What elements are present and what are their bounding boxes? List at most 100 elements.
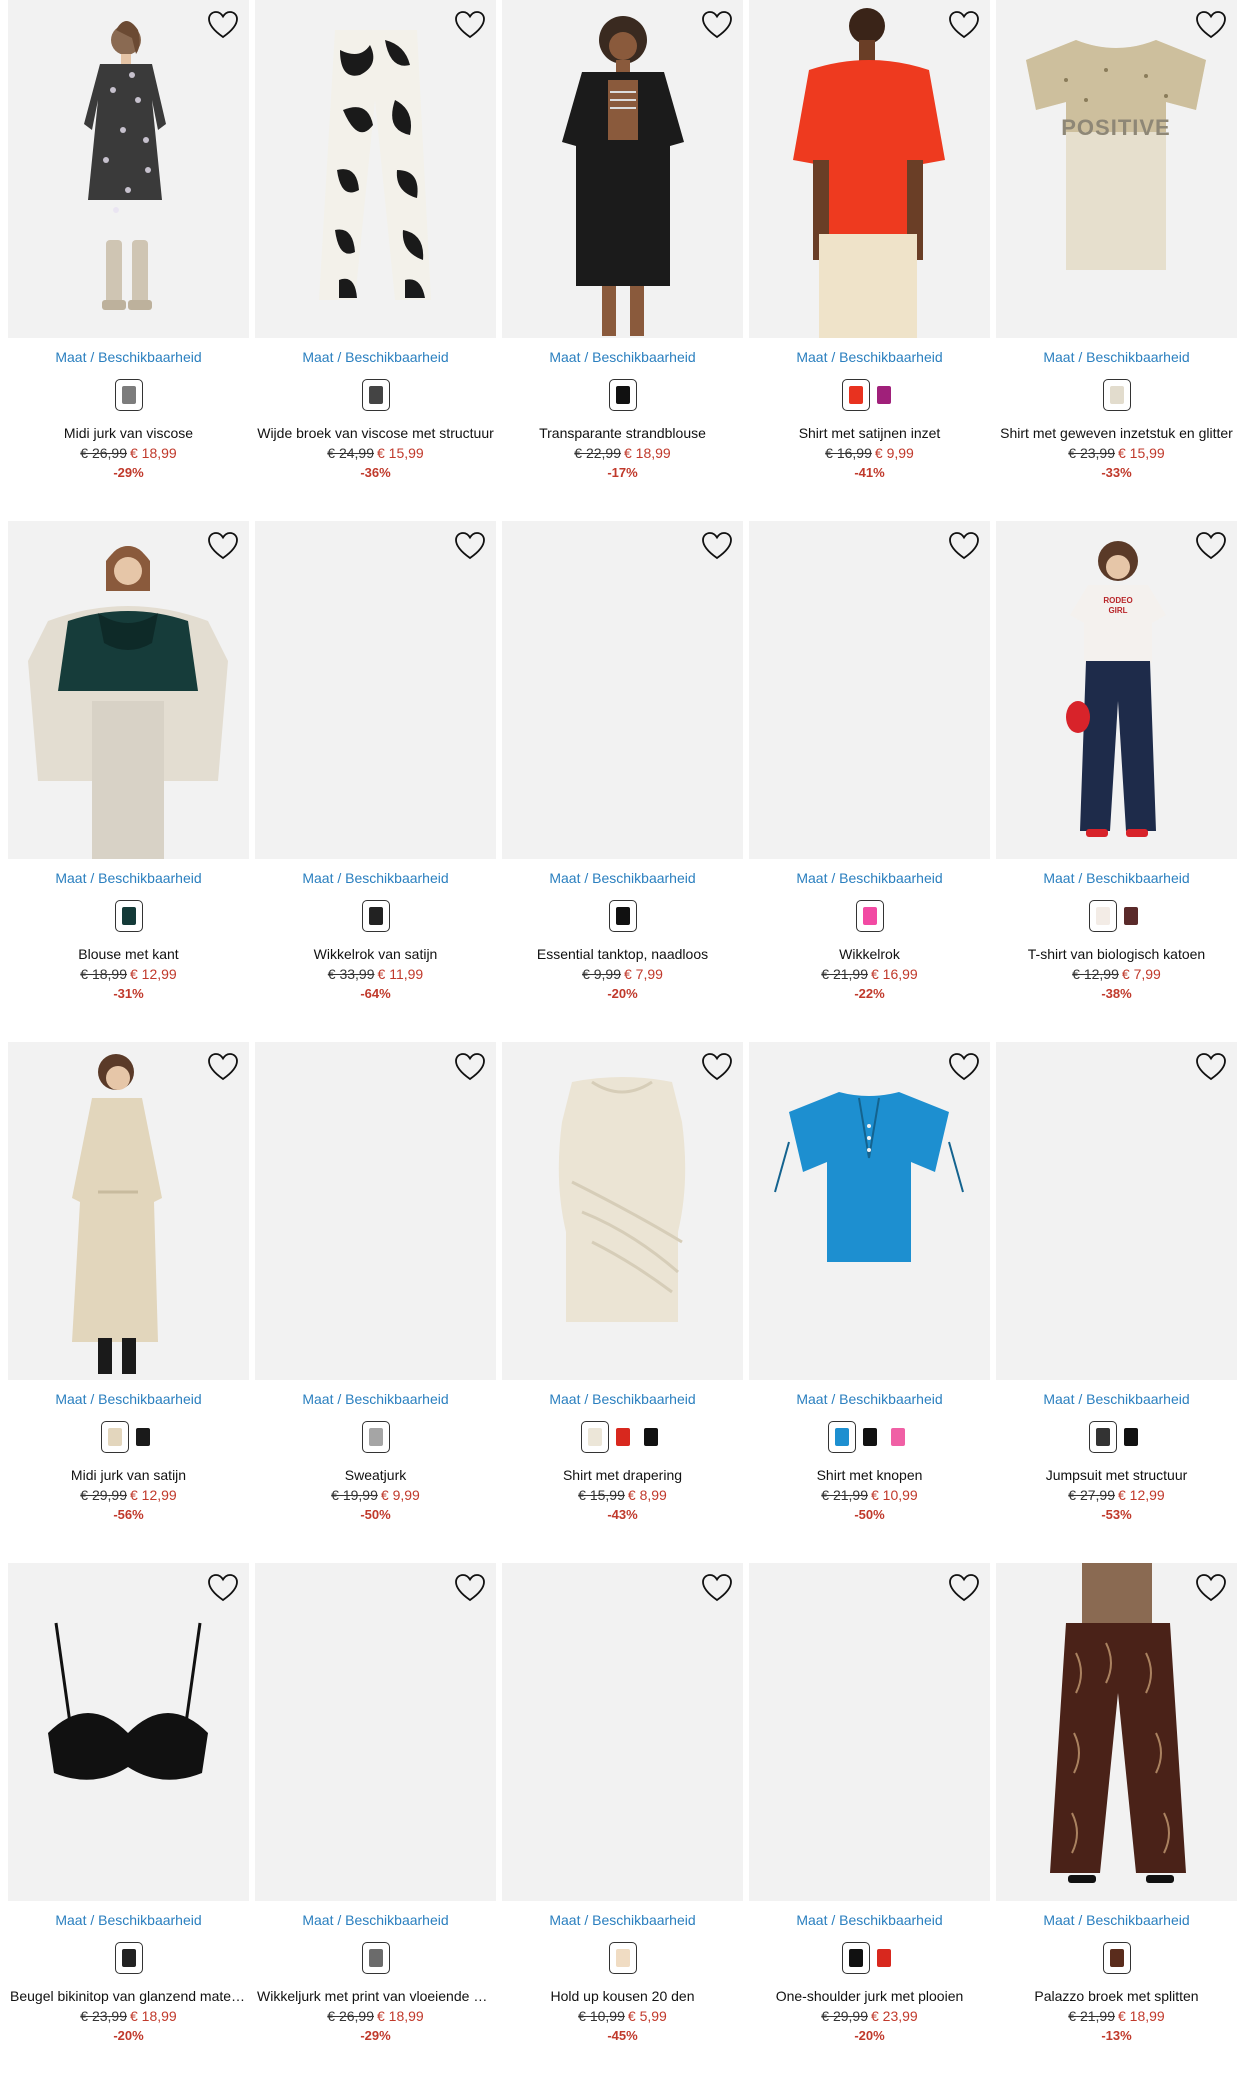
product-name[interactable]: One-shoulder jurk met plooien — [749, 1988, 990, 2004]
product-card[interactable]: Maat / Beschikbaarheid Essential tanktop,… — [502, 521, 743, 1042]
color-swatch[interactable] — [640, 1424, 662, 1450]
product-image[interactable] — [502, 1042, 743, 1380]
color-swatch[interactable] — [1102, 1942, 1131, 1974]
product-name[interactable]: Shirt met knopen — [749, 1467, 990, 1483]
size-availability-link[interactable]: Maat / Beschikbaarheid — [255, 1391, 496, 1407]
product-image[interactable] — [749, 0, 990, 338]
product-card[interactable]: Maat / Beschikbaarheid Transparante stran… — [502, 0, 743, 521]
product-image-placeholder[interactable] — [502, 521, 743, 859]
product-image-placeholder[interactable] — [255, 1042, 496, 1380]
size-availability-link[interactable]: Maat / Beschikbaarheid — [749, 1391, 990, 1407]
color-swatch[interactable] — [580, 1421, 609, 1453]
product-card[interactable]: Maat / Beschikbaarheid Midi jurk van sati… — [8, 1042, 249, 1563]
product-card[interactable]: Maat / Beschikbaarheid Beugel bikinitop v… — [8, 1563, 249, 2084]
product-image[interactable] — [8, 1042, 249, 1380]
color-swatch[interactable] — [841, 379, 870, 411]
color-swatch[interactable] — [361, 900, 390, 932]
color-swatch[interactable] — [859, 1424, 881, 1450]
product-name[interactable]: Shirt met satijnen inzet — [749, 425, 990, 441]
heart-icon[interactable] — [1195, 1052, 1227, 1082]
heart-icon[interactable] — [948, 1573, 980, 1603]
heart-icon[interactable] — [207, 1052, 239, 1082]
product-image[interactable] — [255, 0, 496, 338]
size-availability-link[interactable]: Maat / Beschikbaarheid — [8, 349, 249, 365]
product-image-placeholder[interactable] — [996, 1042, 1237, 1380]
product-image[interactable] — [749, 1042, 990, 1380]
heart-icon[interactable] — [454, 531, 486, 561]
color-swatch[interactable] — [608, 379, 637, 411]
heart-icon[interactable] — [948, 531, 980, 561]
color-swatch[interactable] — [132, 1424, 154, 1450]
product-name[interactable]: Wikkelrok van satijn — [255, 946, 496, 962]
color-swatch[interactable] — [887, 1424, 909, 1450]
product-name[interactable]: Sweatjurk — [255, 1467, 496, 1483]
product-card[interactable]: Maat / Beschikbaarheid Shirt met knopen € … — [749, 1042, 990, 1563]
color-swatch[interactable] — [100, 1421, 129, 1453]
product-name[interactable]: Shirt met drapering — [502, 1467, 743, 1483]
color-swatch[interactable] — [1088, 900, 1117, 932]
size-availability-link[interactable]: Maat / Beschikbaarheid — [749, 870, 990, 886]
product-image[interactable] — [502, 0, 743, 338]
color-swatch[interactable] — [1120, 903, 1142, 929]
color-swatch[interactable] — [855, 900, 884, 932]
size-availability-link[interactable]: Maat / Beschikbaarheid — [996, 1912, 1237, 1928]
color-swatch[interactable] — [1102, 379, 1131, 411]
heart-icon[interactable] — [454, 1573, 486, 1603]
heart-icon[interactable] — [207, 10, 239, 40]
product-card[interactable]: Maat / Beschikbaarheid Blouse met kant € 1… — [8, 521, 249, 1042]
product-image[interactable] — [8, 0, 249, 338]
product-card[interactable]: POSITIVE Maat / Beschikbaarheid Shirt met … — [996, 0, 1237, 521]
heart-icon[interactable] — [1195, 531, 1227, 561]
size-availability-link[interactable]: Maat / Beschikbaarheid — [996, 1391, 1237, 1407]
product-card[interactable]: Maat / Beschikbaarheid Sweatjurk € 19,99 € … — [255, 1042, 496, 1563]
product-card[interactable]: Maat / Beschikbaarheid One-shoulder jurk … — [749, 1563, 990, 2084]
color-swatch[interactable] — [361, 1421, 390, 1453]
product-image[interactable]: POSITIVE — [996, 0, 1237, 338]
heart-icon[interactable] — [948, 1052, 980, 1082]
product-card[interactable]: RODEO GIRL Maat / Beschikbaarheid T-shirt… — [996, 521, 1237, 1042]
product-name[interactable]: Transparante strandblouse — [502, 425, 743, 441]
size-availability-link[interactable]: Maat / Beschikbaarheid — [8, 1391, 249, 1407]
product-name[interactable]: Beugel bikinitop van glanzend materiaal — [8, 1988, 249, 2004]
product-card[interactable]: Maat / Beschikbaarheid Wikkeljurk met pri… — [255, 1563, 496, 2084]
product-name[interactable]: T-shirt van biologisch katoen — [996, 946, 1237, 962]
product-name[interactable]: Blouse met kant — [8, 946, 249, 962]
size-availability-link[interactable]: Maat / Beschikbaarheid — [255, 870, 496, 886]
product-card[interactable]: Maat / Beschikbaarheid Palazzo broek met … — [996, 1563, 1237, 2084]
product-card[interactable]: Maat / Beschikbaarheid Wikkelrok van sati… — [255, 521, 496, 1042]
heart-icon[interactable] — [701, 1573, 733, 1603]
product-card[interactable]: Maat / Beschikbaarheid Shirt met draperin… — [502, 1042, 743, 1563]
heart-icon[interactable] — [948, 10, 980, 40]
product-name[interactable]: Midi jurk van satijn — [8, 1467, 249, 1483]
product-name[interactable]: Wijde broek van viscose met structuur — [255, 425, 496, 441]
color-swatch[interactable] — [608, 900, 637, 932]
product-name[interactable]: Shirt met geweven inzetstuk en glitter — [996, 425, 1237, 441]
color-swatch[interactable] — [114, 379, 143, 411]
color-swatch[interactable] — [114, 1942, 143, 1974]
product-image[interactable] — [8, 521, 249, 859]
product-name[interactable]: Midi jurk van viscose — [8, 425, 249, 441]
product-card[interactable]: Maat / Beschikbaarheid Midi jurk van visc… — [8, 0, 249, 521]
product-card[interactable]: Maat / Beschikbaarheid Jumpsuit met struc… — [996, 1042, 1237, 1563]
product-card[interactable]: Maat / Beschikbaarheid Wikkelrok € 21,99 € … — [749, 521, 990, 1042]
heart-icon[interactable] — [701, 531, 733, 561]
product-image-placeholder[interactable] — [749, 1563, 990, 1901]
size-availability-link[interactable]: Maat / Beschikbaarheid — [996, 870, 1237, 886]
size-availability-link[interactable]: Maat / Beschikbaarheid — [8, 1912, 249, 1928]
product-card[interactable]: Maat / Beschikbaarheid Wijde broek van vi… — [255, 0, 496, 521]
size-availability-link[interactable]: Maat / Beschikbaarheid — [255, 1912, 496, 1928]
product-image-placeholder[interactable] — [255, 1563, 496, 1901]
product-image-placeholder[interactable] — [749, 521, 990, 859]
product-name[interactable]: Palazzo broek met splitten — [996, 1988, 1237, 2004]
product-card[interactable]: Maat / Beschikbaarheid Hold up kousen 20 … — [502, 1563, 743, 2084]
product-name[interactable]: Wikkeljurk met print van vloeiende visco… — [255, 1988, 496, 2004]
size-availability-link[interactable]: Maat / Beschikbaarheid — [749, 1912, 990, 1928]
heart-icon[interactable] — [454, 1052, 486, 1082]
heart-icon[interactable] — [701, 10, 733, 40]
product-image-placeholder[interactable] — [502, 1563, 743, 1901]
product-image-placeholder[interactable] — [255, 521, 496, 859]
color-swatch[interactable] — [608, 1942, 637, 1974]
product-name[interactable]: Essential tanktop, naadloos — [502, 946, 743, 962]
heart-icon[interactable] — [207, 531, 239, 561]
heart-icon[interactable] — [1195, 10, 1227, 40]
